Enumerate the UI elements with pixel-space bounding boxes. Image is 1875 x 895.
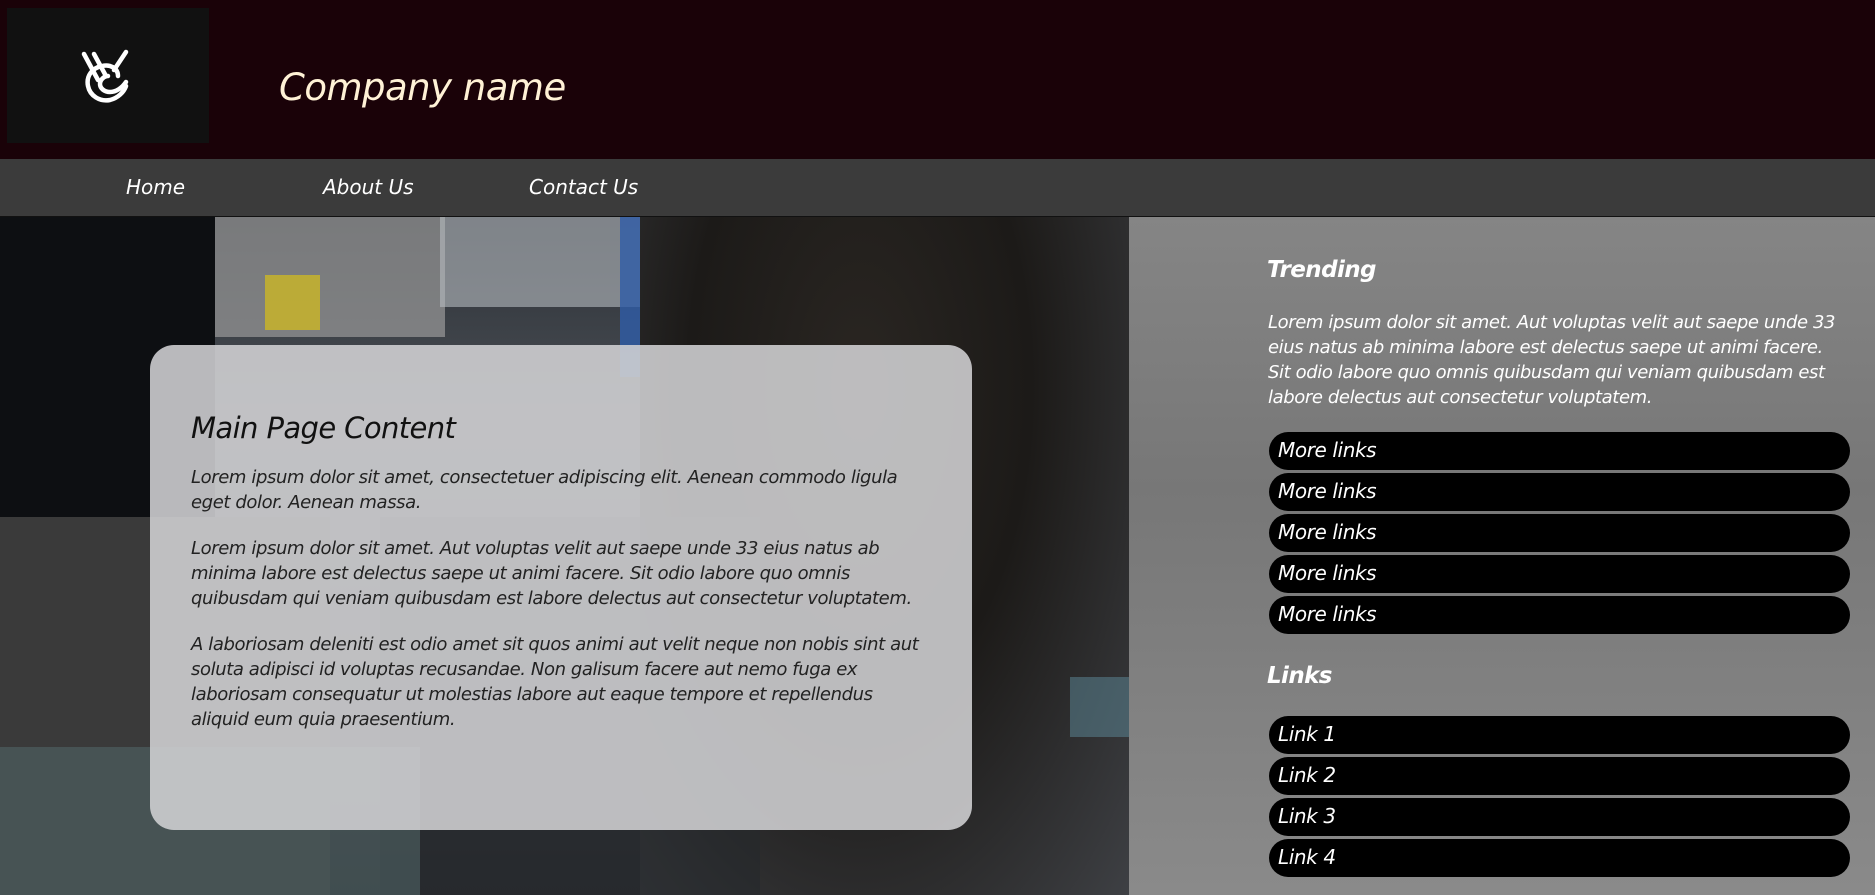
company-name: Company name xyxy=(279,66,566,109)
main-paragraph-3: A laboriosam deleniti est odio amet sit … xyxy=(191,634,919,730)
more-links-button[interactable]: More links xyxy=(1269,555,1850,593)
logo[interactable] xyxy=(7,8,209,143)
main-paragraph-1: Lorem ipsum dolor sit amet, consectetuer… xyxy=(191,467,898,513)
nav-contact-us[interactable]: Contact Us xyxy=(529,175,638,199)
vc-monogram-icon xyxy=(81,49,129,103)
trending-heading: Trending xyxy=(1267,257,1376,283)
link-2[interactable]: Link 2 xyxy=(1269,757,1850,795)
more-links-button[interactable]: More links xyxy=(1269,514,1850,552)
site-header: Company name xyxy=(0,0,1875,159)
nav-home[interactable]: Home xyxy=(126,175,185,199)
more-links-button[interactable]: More links xyxy=(1269,432,1850,470)
sidebar: Trending Lorem ipsum dolor sit amet. Aut… xyxy=(1129,217,1875,895)
link-4[interactable]: Link 4 xyxy=(1269,839,1850,877)
nav-about-us[interactable]: About Us xyxy=(323,175,414,199)
link-1[interactable]: Link 1 xyxy=(1269,716,1850,754)
main-content-title: Main Page Content xyxy=(191,411,456,445)
trending-text: Lorem ipsum dolor sit amet. Aut voluptas… xyxy=(1268,312,1836,408)
more-links-button[interactable]: More links xyxy=(1269,473,1850,511)
link-3[interactable]: Link 3 xyxy=(1269,798,1850,836)
main-paragraph-2: Lorem ipsum dolor sit amet. Aut voluptas… xyxy=(191,538,912,609)
links-heading: Links xyxy=(1267,663,1333,689)
more-links-button[interactable]: More links xyxy=(1269,596,1850,634)
main-nav: Home About Us Contact Us xyxy=(0,159,1875,217)
main-content-card: Main Page Content Lorem ipsum dolor sit … xyxy=(150,345,972,830)
